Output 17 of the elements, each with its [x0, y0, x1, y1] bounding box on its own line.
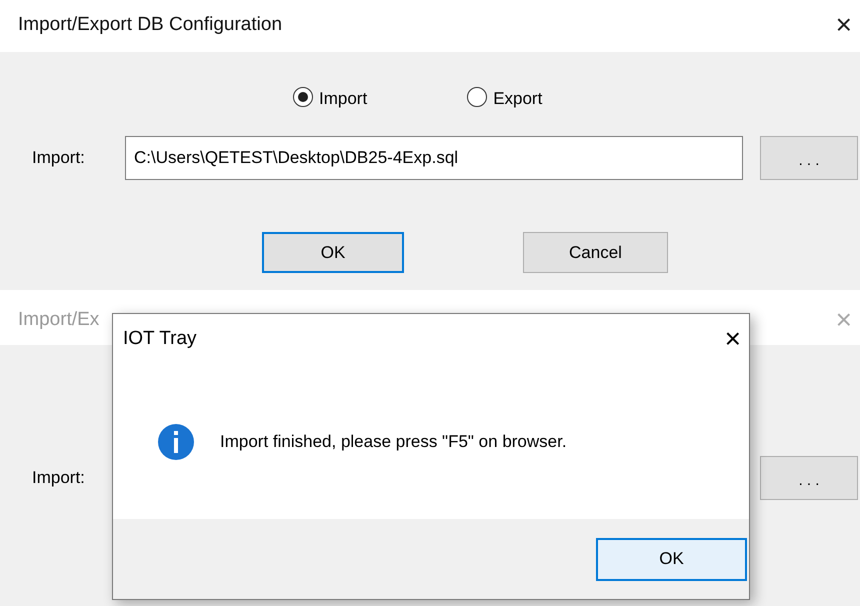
field-label: Import:	[32, 147, 86, 170]
close-button[interactable]: ×	[720, 325, 745, 353]
dialog-title: IOT Tray	[123, 326, 197, 351]
field-label: Import:	[32, 467, 86, 490]
info-icon	[158, 424, 194, 460]
path-field[interactable]: C:\Users\QETEST\Desktop\DB25-4Exp.sql	[125, 136, 743, 180]
window-title: Import/Export DB Configuration	[18, 12, 282, 37]
ok-button[interactable]: OK	[262, 232, 404, 273]
close-button[interactable]: ×	[832, 11, 856, 39]
radio-option[interactable]: Import	[293, 86, 368, 132]
message-text: Import finished, please press "F5" on browser.	[220, 430, 567, 453]
ok-button[interactable]: OK	[596, 538, 747, 580]
browse-button[interactable]: . . .	[760, 136, 858, 180]
browse-button[interactable]: . . .	[760, 456, 858, 500]
window-title: Import/Ex	[18, 308, 100, 332]
cancel-button[interactable]: Cancel	[523, 232, 668, 273]
radio-option[interactable]: Export	[467, 86, 542, 132]
